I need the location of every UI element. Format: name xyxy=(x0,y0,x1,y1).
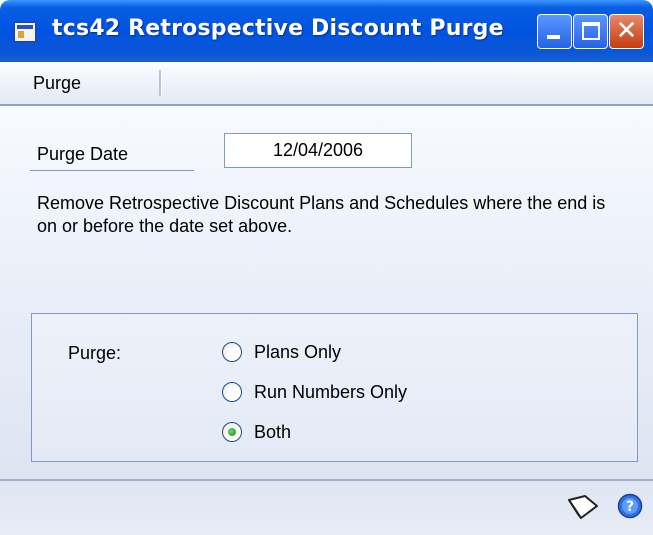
minimize-button[interactable] xyxy=(537,14,572,49)
menu-item-purge[interactable]: Purge xyxy=(18,62,96,104)
menu-separator xyxy=(159,70,162,96)
purge-description: Remove Retrospective Discount Plans and … xyxy=(37,193,606,236)
purge-options-label: Purge: xyxy=(68,343,122,363)
radio-label-run-numbers-only: Run Numbers Only xyxy=(254,381,408,402)
maximize-icon xyxy=(582,22,600,40)
radio-label-both: Both xyxy=(254,421,292,442)
window-title: tcs42 Retrospective Discount Purge xyxy=(52,16,504,41)
radio-both[interactable]: Both xyxy=(222,418,291,446)
purge-date-field[interactable]: 12/04/2006 xyxy=(224,133,412,168)
help-icon[interactable]: ? xyxy=(617,493,643,519)
radio-button-both[interactable] xyxy=(222,422,242,442)
purge-options-group: Purge: Plans Only Run Numbers Only Both xyxy=(31,313,638,462)
purge-date-label: Purge Date xyxy=(37,144,129,164)
radio-button-plans-only[interactable] xyxy=(222,342,242,362)
note-icon[interactable] xyxy=(566,493,600,521)
app-window-icon xyxy=(14,22,36,42)
svg-text:?: ? xyxy=(626,499,634,515)
radio-plans-only[interactable]: Plans Only xyxy=(222,338,341,366)
purge-date-label-box: Purge Date xyxy=(30,138,194,171)
close-button[interactable]: ✕ xyxy=(609,14,644,49)
close-icon: ✕ xyxy=(615,16,638,46)
radio-run-numbers-only[interactable]: Run Numbers Only xyxy=(222,378,407,406)
status-bar: ? xyxy=(0,479,653,535)
form-body: Purge Date 12/04/2006 Remove Retrospecti… xyxy=(0,106,653,479)
minimize-icon xyxy=(547,35,560,39)
menu-bar: Purge xyxy=(0,62,653,106)
purge-window: tcs42 Retrospective Discount Purge ✕ Pur… xyxy=(0,0,653,535)
maximize-button[interactable] xyxy=(573,14,608,49)
title-bar[interactable]: tcs42 Retrospective Discount Purge ✕ xyxy=(0,0,653,62)
radio-label-plans-only: Plans Only xyxy=(254,341,342,362)
radio-button-run-numbers-only[interactable] xyxy=(222,382,242,402)
